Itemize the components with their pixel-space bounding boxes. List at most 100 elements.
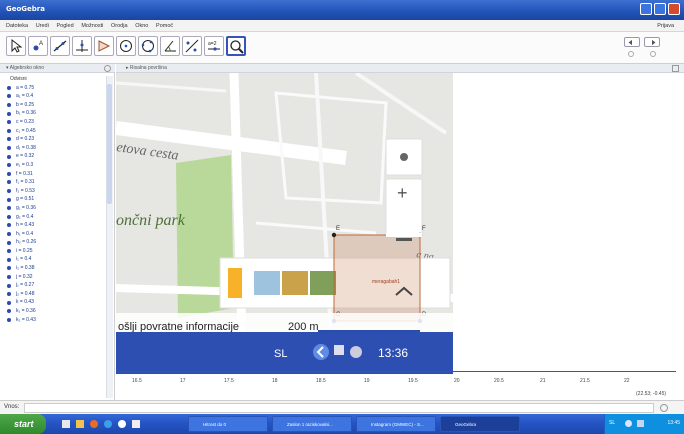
algebra-item[interactable]: b = 0.25 [4, 101, 104, 110]
redo-icon [652, 39, 656, 46]
task-button[interactable]: Zaslon 1 raziskovalni... [272, 416, 352, 432]
algebra-item[interactable]: a₁ = 0.4 [4, 92, 104, 101]
move-tool[interactable] [6, 36, 26, 56]
point-tool[interactable]: A [28, 36, 48, 56]
start-button[interactable]: start [0, 414, 46, 434]
svg-text:a=2: a=2 [208, 41, 217, 47]
undo-button[interactable] [624, 37, 640, 47]
algebra-item[interactable]: j = 0.32 [4, 273, 104, 282]
input-help-icon[interactable] [660, 404, 668, 412]
task-button-active[interactable]: GeoGebra [440, 416, 520, 432]
graphics-style-icon[interactable] [672, 65, 679, 72]
task-button[interactable]: Hitrost do 0 [188, 416, 268, 432]
volume-icon[interactable] [350, 346, 362, 358]
algebra-item[interactable]: h₂ = 0.26 [4, 238, 104, 247]
quicklaunch-extra-icon[interactable] [132, 420, 140, 428]
quicklaunch-folder-icon[interactable] [76, 420, 84, 428]
taskbar: start Hitrost do 0 Zaslon 1 raziskovalni… [0, 414, 684, 434]
task-button[interactable]: Instagram (GMWEC) - S... [356, 416, 436, 432]
x-axis: 16.5 17 17.5 18 18.5 19 19.5 20 20.5 21 … [116, 369, 676, 389]
quicklaunch-browser-icon[interactable] [90, 420, 98, 428]
algebra-item[interactable]: d₁ = 0.38 [4, 144, 104, 153]
angle-icon [164, 40, 176, 52]
point-e-label: E [336, 226, 340, 232]
tray-network-icon[interactable] [625, 420, 632, 427]
algebra-item[interactable]: e = 0.32 [4, 152, 104, 161]
algebra-item[interactable]: k₁ = 0.36 [4, 307, 104, 316]
algebra-item[interactable]: h₁ = 0.4 [4, 230, 104, 239]
close-button[interactable] [668, 3, 680, 15]
tick-label: 21 [540, 378, 546, 384]
algebra-item[interactable]: k = 0.43 [4, 298, 104, 307]
tick-label: 17.5 [224, 378, 234, 384]
tick-label: 20.5 [494, 378, 504, 384]
algebra-item[interactable]: f₁ = 0.31 [4, 178, 104, 187]
zoom-in-icon[interactable]: + [397, 183, 408, 203]
undo-icon [628, 39, 632, 46]
algebra-item[interactable]: h = 0.43 [4, 221, 104, 230]
maximize-button[interactable] [654, 3, 666, 15]
line-tool[interactable] [50, 36, 70, 56]
tray-lang[interactable]: SL [609, 420, 615, 426]
algebra-item[interactable]: f₂ = 0.53 [4, 187, 104, 196]
algebra-item[interactable]: j₁ = 0.27 [4, 281, 104, 290]
algebra-item[interactable]: k₂ = 0.43 [4, 316, 104, 325]
algebra-scroll-thumb[interactable] [107, 84, 112, 204]
zoom-tool[interactable] [226, 36, 246, 56]
algebra-item[interactable]: c₁ = 0.45 [4, 127, 104, 136]
algebra-item[interactable]: c = 0.23 [4, 118, 104, 127]
back-arrow-icon[interactable] [313, 344, 329, 360]
sign-in-link[interactable]: Prijava [657, 20, 674, 32]
status-band: SL 13:36 [116, 332, 453, 374]
menu-tools[interactable]: Orodja [111, 20, 128, 32]
tray-volume-icon[interactable] [637, 420, 644, 427]
command-input[interactable] [24, 403, 654, 413]
algebra-item[interactable]: i₁ = 0.4 [4, 255, 104, 264]
redo-button[interactable] [644, 37, 660, 47]
network-icon[interactable] [334, 345, 344, 355]
circle-icon [120, 40, 132, 52]
polygon-overlay[interactable] [333, 234, 421, 322]
slider-tool[interactable]: a=2 [204, 36, 224, 56]
algebra-item[interactable]: g₁ = 0.36 [4, 204, 104, 213]
algebra-item[interactable]: b₁ = 0.36 [4, 109, 104, 118]
quicklaunch-app-icon[interactable] [118, 420, 126, 428]
help-icon[interactable] [628, 51, 634, 57]
algebra-item[interactable]: i = 0.25 [4, 247, 104, 256]
algebra-item[interactable]: e₁ = 0.3 [4, 161, 104, 170]
menu-window[interactable]: Okno [135, 20, 148, 32]
algebra-item[interactable]: j₂ = 0.48 [4, 290, 104, 299]
quicklaunch-media-icon[interactable] [104, 420, 112, 428]
menu-options[interactable]: Možnosti [81, 20, 103, 32]
perpendicular-tool[interactable] [72, 36, 92, 56]
menu-view[interactable]: Pogled [57, 20, 74, 32]
pegman-icon[interactable] [228, 268, 242, 298]
angle-tool[interactable] [160, 36, 180, 56]
algebra-item[interactable]: f = 0.31 [4, 170, 104, 179]
menu-file[interactable]: Datoteka [6, 20, 28, 32]
algebra-item[interactable]: i₂ = 0.38 [4, 264, 104, 273]
settings-icon[interactable] [650, 51, 656, 57]
map-image[interactable]: etova cesta ončni park a na + C D E F [116, 73, 453, 335]
park-label: ončni park [116, 212, 186, 229]
reflect-tool[interactable] [182, 36, 202, 56]
algebra-item[interactable]: g₂ = 0.4 [4, 213, 104, 222]
menu-edit[interactable]: Uredi [36, 20, 49, 32]
zoom-out-icon[interactable] [396, 238, 412, 241]
coordinate-readout: (22.53; -0.45) [636, 391, 667, 397]
title-bar: GeoGebra [0, 0, 684, 20]
algebra-item[interactable]: a = 0.75 [4, 84, 104, 93]
circle-tool[interactable] [116, 36, 136, 56]
minimize-button[interactable] [640, 3, 652, 15]
algebra-view: ▾ Algebrsko okno Odvisni a = 0.75 a₁ = 0… [0, 64, 115, 400]
point-e[interactable] [331, 232, 337, 238]
quicklaunch-desktop-icon[interactable] [62, 420, 70, 428]
circle-three-points-tool[interactable] [138, 36, 158, 56]
tick-label: 20 [454, 378, 460, 384]
algebra-item[interactable]: d = 0.23 [4, 135, 104, 144]
menu-help[interactable]: Pomoč [156, 20, 173, 32]
polygon-tool[interactable] [94, 36, 114, 56]
close-view-icon[interactable] [104, 65, 111, 72]
perpendicular-icon [76, 40, 88, 52]
algebra-item[interactable]: g = 0.51 [4, 195, 104, 204]
